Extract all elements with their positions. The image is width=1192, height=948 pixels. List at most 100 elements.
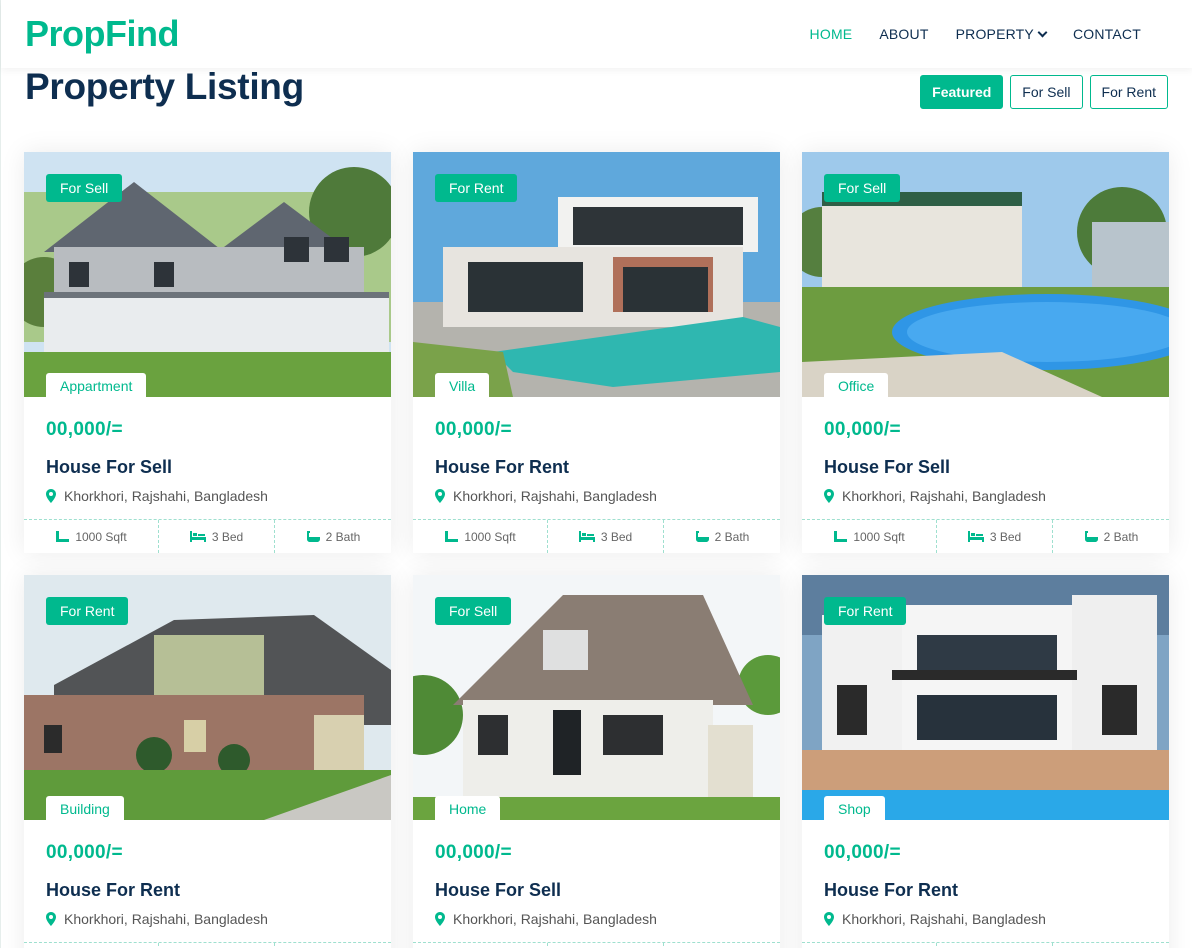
property-type-badge: Villa: [435, 373, 490, 397]
nav-home-label: HOME: [809, 26, 853, 42]
feature-bed: 3 Bed: [937, 520, 1053, 553]
feature-bed: 3 Bed: [159, 520, 275, 553]
bed-icon: [189, 531, 206, 542]
bath-text: 2 Bath: [325, 529, 361, 544]
feature-area: 1000 Sqft: [24, 943, 159, 948]
location-pin-icon: [824, 489, 834, 503]
property-features: 1000 Sqft 3 Bed 2 Bath: [802, 519, 1169, 553]
property-address: Khorkhori, Rajshahi, Bangladesh: [46, 911, 369, 927]
nav-contact-label: CONTACT: [1072, 26, 1141, 42]
bed-icon: [967, 531, 984, 542]
address-text: Khorkhori, Rajshahi, Bangladesh: [453, 911, 657, 927]
navbar: PropFind HOME ABOUT PROPERTY CONTACT: [1, 0, 1192, 68]
property-card[interactable]: For Sell Home 00,000/= House For Sell Kh…: [413, 575, 780, 948]
status-badge: For Sell: [824, 174, 901, 202]
area-text: 1000 Sqft: [464, 529, 516, 544]
feature-area: 1000 Sqft: [24, 520, 159, 553]
feature-bath: 2 Bath: [275, 520, 391, 553]
property-price: 00,000/=: [435, 419, 512, 440]
brand-logo[interactable]: PropFind: [25, 13, 179, 55]
feature-bath: 2 Bath: [1053, 520, 1169, 553]
nav-about-label: ABOUT: [879, 26, 929, 42]
property-features: 1000 Sqft 3 Bed 2 Bath: [24, 942, 391, 948]
card-body: 00,000/= House For Rent Khorkhori, Rajsh…: [24, 842, 391, 927]
property-title[interactable]: House For Sell: [46, 457, 369, 478]
property-title[interactable]: House For Sell: [824, 457, 1147, 478]
property-type-badge: Shop: [824, 796, 885, 820]
property-card[interactable]: For Sell Appartment 00,000/= House For S…: [24, 152, 391, 553]
bath-text: 2 Bath: [714, 529, 750, 544]
property-features: 1000 Sqft 3 Bed 2 Bath: [413, 942, 780, 948]
location-pin-icon: [435, 489, 445, 503]
filter-featured-button[interactable]: Featured: [920, 75, 1004, 109]
property-card[interactable]: For Rent Shop 00,000/= House For Rent Kh…: [802, 575, 1169, 948]
bath-icon: [695, 530, 709, 542]
property-price: 00,000/=: [435, 842, 512, 863]
property-features: 1000 Sqft 3 Bed 2 Bath: [413, 519, 780, 553]
property-type-badge: Appartment: [46, 373, 147, 397]
property-card[interactable]: For Sell Office 00,000/= House For Sell …: [802, 152, 1169, 553]
property-address: Khorkhori, Rajshahi, Bangladesh: [824, 488, 1147, 504]
property-card[interactable]: For Rent Building 00,000/= House For Ren…: [24, 575, 391, 948]
bath-text: 2 Bath: [1103, 529, 1139, 544]
property-card[interactable]: For Rent Villa 00,000/= House For Rent K…: [413, 152, 780, 553]
status-badge: For Sell: [46, 174, 123, 202]
chevron-down-icon: [1037, 27, 1048, 37]
card-body: 00,000/= House For Rent Khorkhori, Rajsh…: [802, 842, 1169, 927]
ruler-area-icon: [445, 530, 459, 542]
nav-contact[interactable]: CONTACT: [1073, 26, 1141, 42]
ruler-area-icon: [834, 530, 848, 542]
address-text: Khorkhori, Rajshahi, Bangladesh: [842, 911, 1046, 927]
filter-for-sell-button[interactable]: For Sell: [1010, 75, 1083, 109]
nav-home[interactable]: HOME: [810, 26, 853, 42]
bed-text: 3 Bed: [989, 529, 1022, 544]
feature-bed: 3 Bed: [937, 943, 1053, 948]
bath-icon: [306, 530, 320, 542]
property-title[interactable]: House For Rent: [46, 880, 369, 901]
page-title: Property Listing: [25, 66, 304, 107]
status-badge: For Rent: [46, 597, 129, 625]
filter-for-rent-button[interactable]: For Rent: [1089, 75, 1168, 109]
location-pin-icon: [824, 912, 834, 926]
status-badge: For Rent: [435, 174, 518, 202]
property-address: Khorkhori, Rajshahi, Bangladesh: [46, 488, 369, 504]
feature-bath: 2 Bath: [664, 943, 780, 948]
ruler-area-icon: [56, 530, 70, 542]
property-price: 00,000/=: [824, 842, 901, 863]
address-text: Khorkhori, Rajshahi, Bangladesh: [453, 488, 657, 504]
property-title[interactable]: House For Rent: [824, 880, 1147, 901]
property-type-badge: Home: [435, 796, 501, 820]
status-badge: For Sell: [435, 597, 512, 625]
bath-icon: [1084, 530, 1098, 542]
address-text: Khorkhori, Rajshahi, Bangladesh: [64, 911, 268, 927]
card-body: 00,000/= House For Sell Khorkhori, Rajsh…: [802, 419, 1169, 504]
feature-bed: 3 Bed: [548, 520, 664, 553]
card-body: 00,000/= House For Sell Khorkhori, Rajsh…: [413, 842, 780, 927]
property-address: Khorkhori, Rajshahi, Bangladesh: [435, 488, 758, 504]
card-body: 00,000/= House For Sell Khorkhori, Rajsh…: [24, 419, 391, 504]
feature-bed: 3 Bed: [548, 943, 664, 948]
nav-about[interactable]: ABOUT: [879, 26, 928, 42]
property-price: 00,000/=: [46, 419, 123, 440]
property-price: 00,000/=: [824, 419, 901, 440]
property-address: Khorkhori, Rajshahi, Bangladesh: [824, 911, 1147, 927]
property-features: 1000 Sqft 3 Bed 2 Bath: [802, 942, 1169, 948]
property-title[interactable]: House For Sell: [435, 880, 758, 901]
bed-icon: [578, 531, 595, 542]
filter-tabs: Featured For Sell For Rent: [913, 75, 1168, 109]
location-pin-icon: [435, 912, 445, 926]
bed-text: 3 Bed: [600, 529, 633, 544]
area-text: 1000 Sqft: [75, 529, 127, 544]
property-type-badge: Office: [824, 373, 889, 397]
property-price: 00,000/=: [46, 842, 123, 863]
address-text: Khorkhori, Rajshahi, Bangladesh: [64, 488, 268, 504]
feature-area: 1000 Sqft: [413, 520, 548, 553]
nav-property-dropdown[interactable]: PROPERTY: [956, 26, 1048, 42]
feature-area: 1000 Sqft: [802, 520, 937, 553]
location-pin-icon: [46, 912, 56, 926]
property-title[interactable]: House For Rent: [435, 457, 758, 478]
property-address: Khorkhori, Rajshahi, Bangladesh: [435, 911, 758, 927]
feature-area: 1000 Sqft: [802, 943, 937, 948]
address-text: Khorkhori, Rajshahi, Bangladesh: [842, 488, 1046, 504]
bed-text: 3 Bed: [211, 529, 244, 544]
